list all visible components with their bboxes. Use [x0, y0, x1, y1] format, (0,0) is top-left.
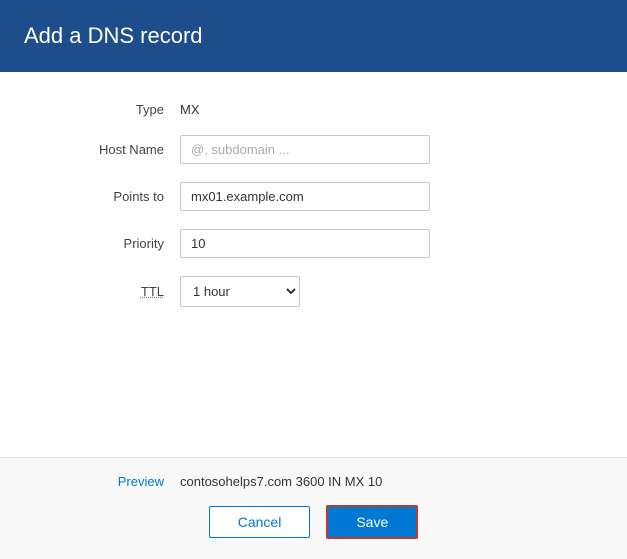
hostname-row: Host Name	[60, 135, 567, 164]
preview-value: contosohelps7.com 3600 IN MX 10	[180, 474, 382, 489]
type-value: MX	[180, 102, 200, 117]
main-content: Type MX Host Name Points to Priority TTL	[0, 72, 627, 559]
points-to-label: Points to	[60, 189, 180, 204]
type-label: Type	[60, 102, 180, 117]
ttl-select[interactable]: 1 hour 30 minutes 1 day Custom	[180, 276, 300, 307]
priority-label: Priority	[60, 236, 180, 251]
points-to-row: Points to	[60, 182, 567, 211]
preview-label: Preview	[60, 474, 180, 489]
save-button[interactable]: Save	[326, 505, 418, 539]
page-title: Add a DNS record	[24, 23, 203, 49]
priority-row: Priority	[60, 229, 567, 258]
type-row: Type MX	[60, 102, 567, 117]
header: Add a DNS record	[0, 0, 627, 72]
button-row: Cancel Save	[60, 505, 567, 539]
points-to-input[interactable]	[180, 182, 430, 211]
priority-input[interactable]	[180, 229, 430, 258]
hostname-input[interactable]	[180, 135, 430, 164]
footer-area: Preview contosohelps7.com 3600 IN MX 10 …	[0, 457, 627, 559]
page-container: Add a DNS record Type MX Host Name Point…	[0, 0, 627, 559]
cancel-button[interactable]: Cancel	[209, 506, 311, 538]
form-area: Type MX Host Name Points to Priority TTL	[0, 72, 627, 457]
ttl-row: TTL 1 hour 30 minutes 1 day Custom	[60, 276, 567, 307]
hostname-label: Host Name	[60, 142, 180, 157]
ttl-label: TTL	[60, 284, 180, 299]
preview-row: Preview contosohelps7.com 3600 IN MX 10	[60, 474, 567, 489]
